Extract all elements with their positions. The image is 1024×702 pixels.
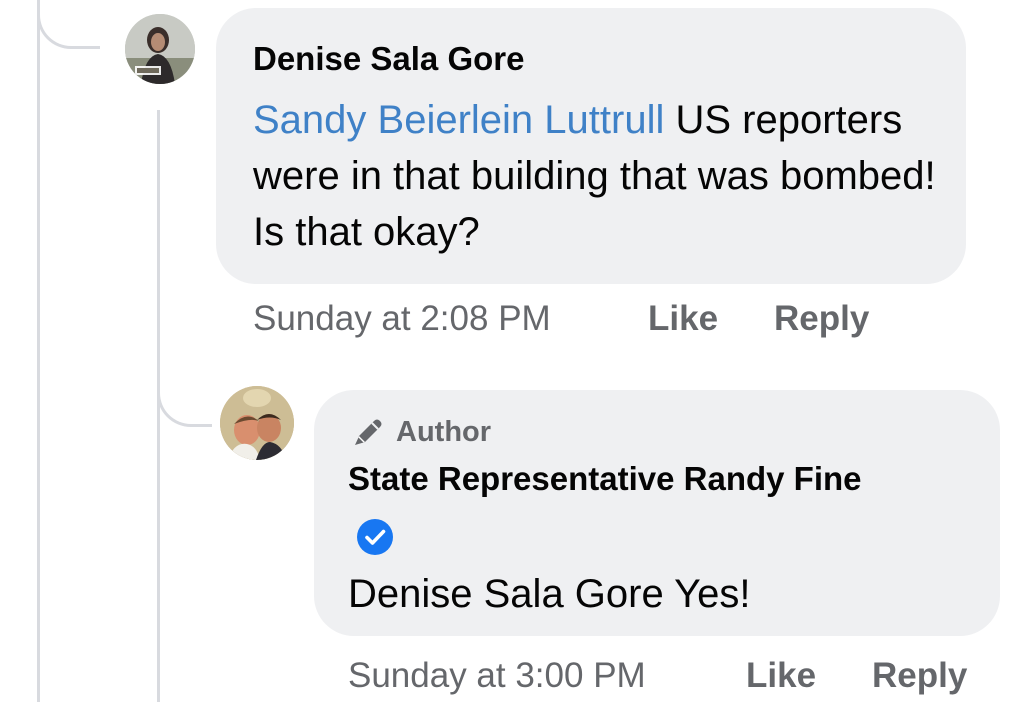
- pencil-icon: [355, 419, 382, 445]
- reply-author-name[interactable]: State Representative Randy Fine: [348, 460, 862, 498]
- comment-timestamp[interactable]: Sunday at 2:08 PM: [253, 299, 551, 339]
- comment-thread: Denise Sala Gore Sandy Beierlein Luttrul…: [0, 0, 1024, 702]
- profile-photo-icon: [220, 386, 294, 460]
- author-badge: Author: [350, 412, 491, 452]
- reply-text: Denise Sala Gore Yes!: [348, 572, 751, 616]
- comment-author-name[interactable]: Denise Sala Gore: [253, 40, 524, 78]
- comment-text: Sandy Beierlein Luttrull US reporters we…: [253, 92, 943, 260]
- reply-button[interactable]: Reply: [774, 299, 869, 339]
- thread-connector-reply: [157, 340, 212, 427]
- thread-line-main: [37, 0, 40, 702]
- author-badge-label: Author: [396, 415, 492, 448]
- verified-check-icon: [357, 519, 393, 555]
- like-button[interactable]: Like: [648, 299, 718, 339]
- profile-photo-icon: [125, 14, 195, 84]
- reply-like-button[interactable]: Like: [746, 656, 816, 696]
- avatar-randy-fine[interactable]: [220, 386, 294, 460]
- avatar-denise[interactable]: [125, 14, 195, 84]
- mention-link[interactable]: Sandy Beierlein Luttrull: [253, 98, 664, 142]
- reply-reply-button[interactable]: Reply: [872, 656, 967, 696]
- thread-connector-top: [37, 0, 100, 49]
- reply-timestamp[interactable]: Sunday at 3:00 PM: [348, 656, 646, 696]
